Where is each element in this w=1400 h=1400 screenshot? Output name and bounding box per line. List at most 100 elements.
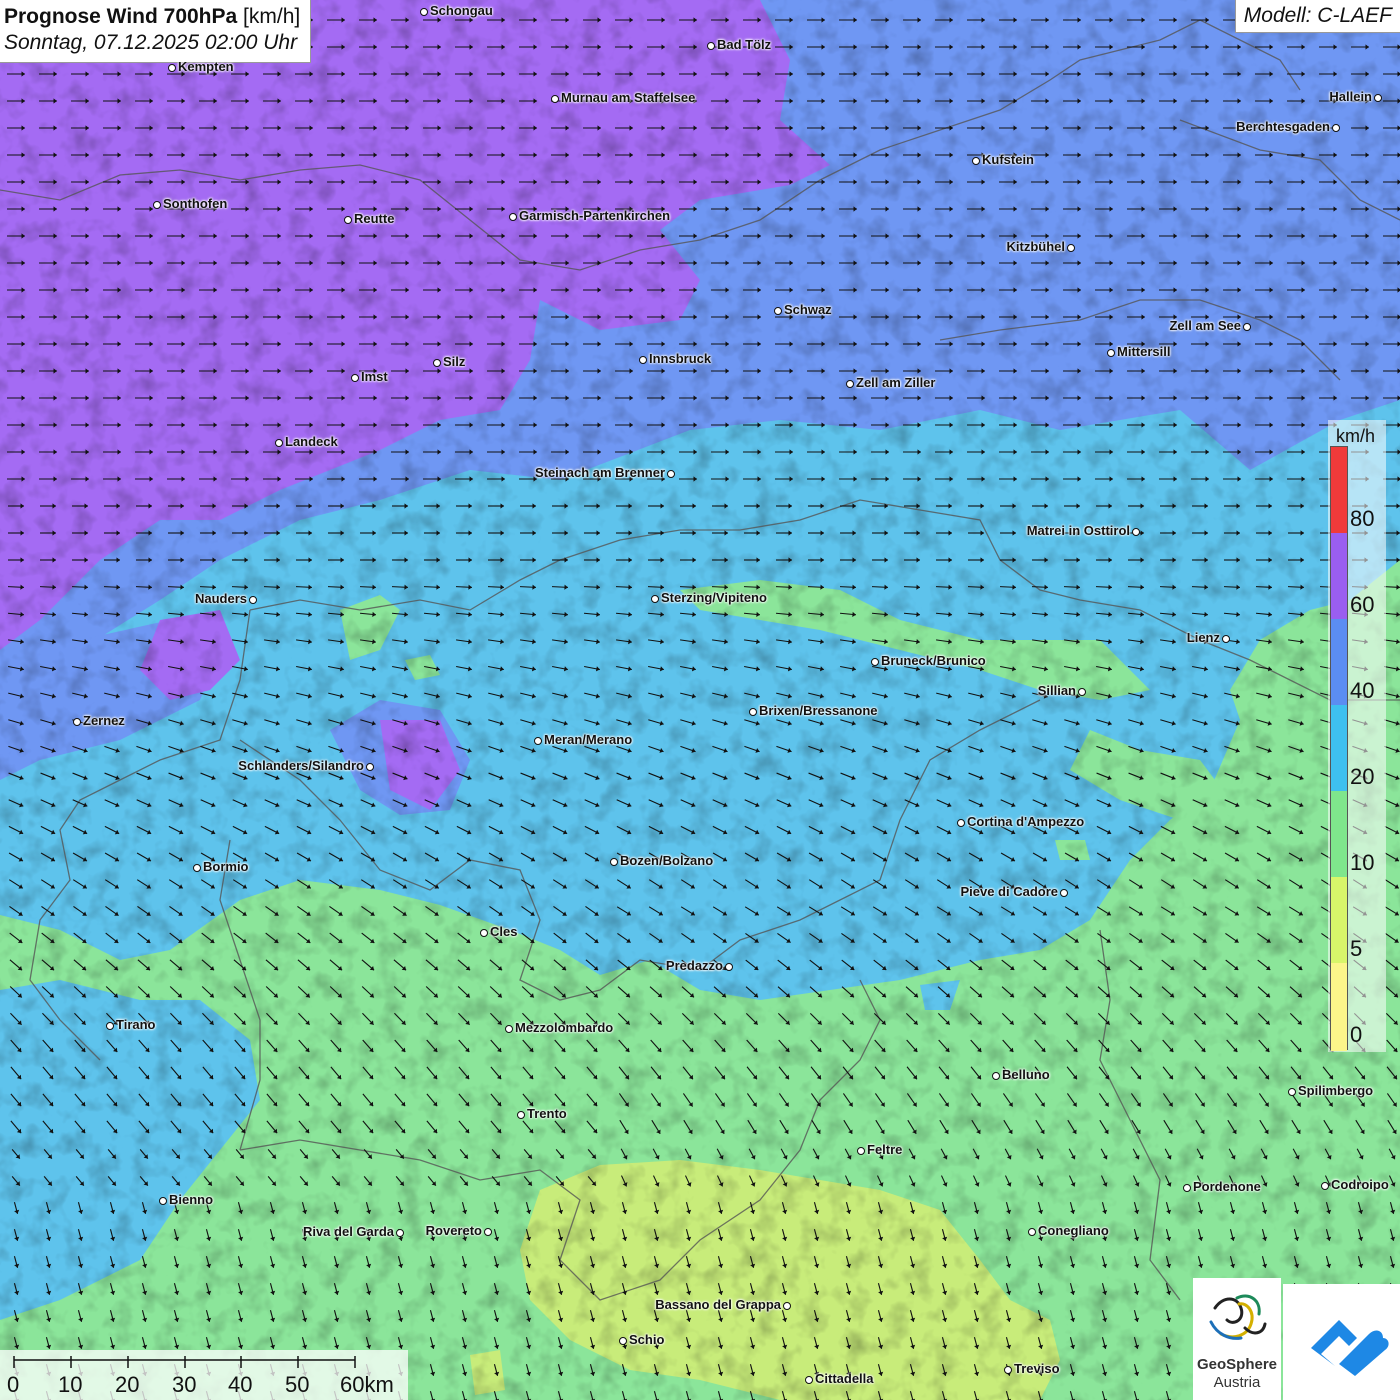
app-logo[interactable] [1283,1284,1400,1400]
city-marker [366,763,374,771]
city-marker [1374,94,1382,102]
city-label: Bienno [169,1192,214,1207]
city-label: Schongau [430,3,493,18]
city-marker [639,356,647,364]
city-label: Kufstein [982,152,1034,167]
city-marker [517,1111,525,1119]
legend-unit: km/h [1336,426,1376,446]
city-marker [396,1229,404,1237]
legend-swatch-80 [1331,447,1347,533]
legend-label-5: 5 [1350,936,1363,961]
legend-swatch-40 [1331,619,1347,705]
city-marker [480,929,488,937]
city-marker [484,1228,492,1236]
city-label: Belluno [1002,1067,1050,1082]
scale-label-40: 40 [228,1372,253,1397]
title-unit: [km/h] [243,5,301,28]
legend-colorbar [1330,446,1348,1051]
city-marker [275,439,283,447]
city-label: Sterzing/Vipiteno [661,590,767,605]
city-marker [433,359,441,367]
city-marker [871,658,879,666]
city-marker [774,307,782,315]
city-label: Tirano [116,1017,156,1032]
city-marker [73,718,81,726]
scale-label-30: 30 [172,1372,197,1397]
city-label: Reutte [354,211,395,226]
city-marker [1067,244,1075,252]
city-marker [1004,1366,1012,1374]
city-label: Silz [443,354,466,369]
mountain-cloud-icon [1311,1320,1389,1376]
scale-label-50: 50 [285,1372,310,1397]
city-label: Codroipo [1331,1177,1389,1192]
city-marker [651,595,659,603]
legend-swatch-0 [1331,963,1347,1051]
scale-label-60km: 60km [340,1372,394,1397]
city-label: Brixen/Bressanone [759,703,878,718]
city-marker [1028,1228,1036,1236]
city-label: Kitzbühel [1006,239,1066,254]
city-marker [1183,1184,1191,1192]
city-marker [420,8,428,16]
city-label: Zell am See [1169,318,1241,333]
city-marker [1078,688,1086,696]
city-marker [957,819,965,827]
legend-label-80: 80 [1350,506,1375,531]
city-marker [551,95,559,103]
city-label: Bassano del Grappa [655,1297,781,1312]
title-box: Prognose Wind 700hPa [km/h] Sonntag, 07.… [0,0,312,63]
geosphere-logo[interactable]: GeoSphere Austria [1193,1278,1281,1400]
city-marker [857,1147,865,1155]
city-label: Mittersill [1117,344,1171,359]
geosphere-swirl-icon [1209,1294,1267,1340]
map-title: Prognose Wind 700hPa [km/h] [4,4,300,30]
city-label: Mezzolombardo [515,1020,614,1035]
city-marker [1288,1088,1296,1096]
legend-label-0: 0 [1350,1022,1363,1047]
city-marker [509,213,517,221]
city-label: Cortina d'Ampezzo [967,814,1085,829]
legend-swatch-20 [1331,705,1347,791]
city-label: Meran/Merano [544,732,633,747]
city-label: Lienz [1186,630,1220,645]
city-label: Zell am Ziller [856,375,936,390]
city-marker [534,737,542,745]
city-label: Landeck [285,434,338,449]
legend-label-20: 20 [1350,764,1375,789]
city-label: Steinach am Brenner [534,465,665,480]
city-marker [344,216,352,224]
geosphere-name: GeoSphere [1196,1356,1278,1373]
city-label: Bad Tölz [717,37,772,52]
city-marker [749,708,757,716]
city-marker [725,963,733,971]
legend-swatch-60 [1331,533,1347,619]
legend-label-40: 40 [1350,678,1375,703]
city-label: Garmisch-Partenkirchen [519,208,671,223]
city-label: Bormio [203,859,249,874]
city-marker [505,1025,513,1033]
city-label: Berchtesgaden [1236,119,1330,134]
city-label: Rovereto [425,1223,482,1238]
city-marker [1060,889,1068,897]
model-label: Modell: C-LAEF [1234,0,1400,33]
city-label: Kempten [178,59,234,74]
city-label: Murnau am Staffelsee [561,90,696,105]
city-marker [159,1197,167,1205]
city-marker [619,1337,627,1345]
legend-swatch-10 [1331,791,1347,877]
city-label: Treviso [1014,1361,1060,1376]
city-label: Bozen/Bolzano [620,853,714,868]
city-label: Predazzo [665,958,723,973]
city-marker [106,1022,114,1030]
city-label: Riva del Garda [302,1224,394,1239]
city-marker [1222,635,1230,643]
scale-bar: 0 10 20 30 40 50 60km [0,1350,408,1400]
city-marker [707,42,715,50]
city-label: Pordenone [1193,1179,1261,1194]
scale-label-10: 10 [58,1372,83,1397]
legend-label-10: 10 [1350,850,1375,875]
city-marker [1107,349,1115,357]
city-label: Schlanders/Silandro [238,758,364,773]
city-marker [667,470,675,478]
